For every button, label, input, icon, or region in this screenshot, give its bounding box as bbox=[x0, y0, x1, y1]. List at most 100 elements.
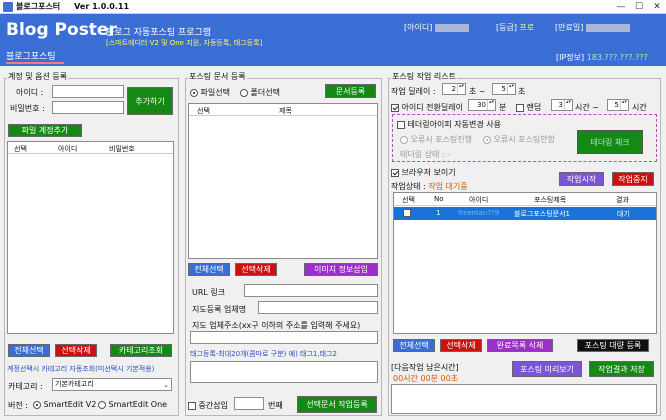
err-stop-label: 오류시 포스팅안함 bbox=[493, 135, 555, 144]
grade-info: [등급] 프로 bbox=[496, 22, 534, 33]
col-task-title: 포스팅제목 bbox=[534, 196, 567, 204]
tab-blog-posting[interactable]: 블로그포스팅 bbox=[6, 49, 56, 62]
radio-file[interactable] bbox=[190, 88, 198, 97]
col-doc-select: 선택 bbox=[197, 107, 210, 115]
tethering-label: 테더링아이피 자동변경 사용 bbox=[407, 120, 501, 129]
map-address-input[interactable] bbox=[190, 331, 378, 344]
user-id-label: [아이디] bbox=[404, 23, 433, 32]
tethering-checkbox[interactable] bbox=[397, 120, 405, 129]
delete-completed-button[interactable]: 완료목록 삭제 bbox=[487, 339, 553, 352]
image-info-insert-button[interactable]: 이미지 정보삽입 bbox=[304, 263, 378, 276]
radio-one[interactable] bbox=[98, 400, 106, 409]
id-switch-option[interactable]: 아이디 전환딜레이 bbox=[391, 102, 463, 113]
radio-v2[interactable] bbox=[33, 400, 41, 409]
map-name-input[interactable] bbox=[258, 301, 378, 314]
delay-unit: 초 bbox=[518, 87, 526, 96]
row-title: 블로그포스팅문서1 bbox=[514, 210, 570, 218]
map-address-label: 지도 업체주소(xx구 이하의 주소를 입력해 주세요) bbox=[192, 321, 361, 330]
next-task-time: 00시간 00분 00초 bbox=[393, 374, 459, 383]
mid-insert-option[interactable]: 중간삽입 bbox=[188, 400, 228, 411]
col-task-id: 아이디 bbox=[469, 196, 489, 204]
mid-insert-input[interactable] bbox=[234, 397, 264, 410]
file-select-option[interactable]: 파일선택 bbox=[190, 87, 230, 98]
stop-task-button[interactable]: 작업중지 bbox=[612, 172, 654, 186]
app-tagline: [스마트에디터 V2 및 One 지원, 자동등록, 태그등록] bbox=[106, 39, 263, 47]
app-header: Blog Poster 블로그 자동포스팅 프로그램 [스마트에디터 V2 및 … bbox=[0, 14, 666, 66]
col-password: 비밀번호 bbox=[109, 145, 135, 153]
title-bar: 블로그포스터 Ver 1.0.0.11 — ☐ ✕ bbox=[0, 0, 666, 14]
doc-select-all-button[interactable]: 전체선택 bbox=[188, 263, 230, 276]
folder-select-label: 폴더선택 bbox=[250, 88, 280, 97]
url-input[interactable] bbox=[244, 284, 378, 297]
url-label: URL 링크 bbox=[192, 288, 226, 297]
random-from-stepper[interactable]: 3 bbox=[551, 99, 573, 111]
document-table-header: 선택 제목 bbox=[189, 104, 377, 116]
col-id: 아이디 bbox=[58, 145, 78, 153]
document-table: 선택 제목 bbox=[188, 103, 378, 259]
task-select-all-button[interactable]: 전체선택 bbox=[393, 339, 435, 352]
close-icon[interactable]: ✕ bbox=[648, 0, 666, 14]
err-continue-label: 오류시 포스팅진행 bbox=[410, 135, 472, 144]
id-switch-checkbox[interactable] bbox=[391, 103, 399, 112]
ip-label: [IP정보] bbox=[556, 53, 585, 62]
version-v2-option[interactable]: SmartEdit V2 bbox=[33, 400, 96, 409]
random-checkbox[interactable] bbox=[516, 103, 524, 112]
bulk-register-button[interactable]: 포스팅 대량 등록 bbox=[577, 339, 649, 352]
maximize-icon[interactable]: ☐ bbox=[630, 0, 648, 14]
password-input[interactable] bbox=[52, 101, 124, 114]
minimize-icon[interactable]: — bbox=[612, 0, 630, 14]
app-subtitle: 블로그 자동포스팅 프로그램 bbox=[106, 28, 212, 38]
radio-err-stop[interactable] bbox=[483, 135, 491, 144]
register-posting-button[interactable]: 선택문서 작업등록 bbox=[297, 396, 377, 413]
doc-delete-selected-button[interactable]: 선택삭제 bbox=[235, 263, 277, 276]
register-document-button[interactable]: 문서등록 bbox=[325, 84, 376, 98]
delay-from-stepper[interactable]: 2 bbox=[442, 83, 466, 95]
save-result-button[interactable]: 작업결과 저장 bbox=[589, 361, 654, 377]
tethering-option[interactable]: 테더링아이피 자동변경 사용 bbox=[397, 119, 501, 130]
radio-folder[interactable] bbox=[240, 88, 248, 97]
row-checkbox[interactable] bbox=[403, 209, 411, 217]
folder-select-option[interactable]: 폴더선택 bbox=[240, 87, 280, 98]
tethering-check-button[interactable]: 테더링 체크 bbox=[577, 130, 643, 154]
category-label: 카테고리 : bbox=[8, 382, 43, 391]
account-table-header: 선택 아이디 비밀번호 bbox=[8, 142, 173, 154]
document-panel-title: 포스팅 문서 등록 bbox=[188, 71, 247, 82]
start-task-button[interactable]: 작업시작 bbox=[559, 172, 604, 186]
account-select-all-button[interactable]: 전체선택 bbox=[8, 344, 50, 357]
radio-err-continue[interactable] bbox=[400, 135, 408, 144]
id-input[interactable] bbox=[52, 85, 124, 98]
browser-visible-checkbox[interactable] bbox=[391, 168, 399, 177]
task-delete-selected-button[interactable]: 선택삭제 bbox=[440, 339, 482, 352]
table-row[interactable]: 1 freeman??9 블로그포스팅문서1 대기 bbox=[394, 207, 656, 220]
posting-preview-button[interactable]: 포스팅 미리보기 bbox=[512, 361, 582, 377]
mid-insert-unit: 번째 bbox=[268, 401, 283, 410]
task-status: 작업상태 : 작업 대기중 bbox=[391, 181, 468, 192]
log-output-area[interactable] bbox=[391, 384, 657, 414]
random-unit: 시간 bbox=[632, 103, 647, 112]
col-task-no: No bbox=[434, 195, 444, 203]
browser-visible-option[interactable]: 브라우저 보이기 bbox=[391, 167, 456, 178]
add-account-button[interactable]: 추가하기 bbox=[127, 87, 173, 115]
mid-insert-checkbox[interactable] bbox=[188, 401, 196, 410]
account-panel-title: 계정 및 옵션 등록 bbox=[7, 71, 69, 82]
file-account-add-button[interactable]: 파일 계정추가 bbox=[8, 124, 82, 137]
id-label: 아이디 : bbox=[16, 88, 44, 97]
category-select[interactable]: 기본카테고리 ⌄ bbox=[52, 378, 172, 391]
user-id-blurred bbox=[434, 23, 469, 32]
task-status-label: 작업상태 : bbox=[391, 182, 426, 191]
err-stop-option[interactable]: 오류시 포스팅안함 bbox=[483, 134, 555, 145]
random-to-stepper[interactable]: 5 bbox=[607, 99, 629, 111]
app-icon bbox=[3, 1, 13, 12]
delay-to-stepper[interactable]: 5 bbox=[492, 83, 516, 95]
random-option[interactable]: 랜덤 bbox=[516, 102, 541, 113]
expiry-blurred bbox=[585, 23, 630, 32]
version-one-option[interactable]: SmartEdit One bbox=[98, 400, 167, 409]
tag-note: 태그등록-최대20개(콤마로 구분) 예) 태그1,태그2 bbox=[190, 350, 337, 358]
task-panel-title: 포스팅 작업 리스트 bbox=[391, 71, 457, 82]
id-switch-stepper[interactable]: 30 bbox=[468, 99, 496, 111]
grade-value: 프로 bbox=[519, 23, 535, 32]
tag-input[interactable] bbox=[190, 361, 378, 383]
category-lookup-button[interactable]: 카테고리조회 bbox=[110, 344, 172, 357]
err-continue-option[interactable]: 오류시 포스팅진행 bbox=[400, 134, 472, 145]
account-delete-selected-button[interactable]: 선택삭제 bbox=[55, 344, 97, 357]
